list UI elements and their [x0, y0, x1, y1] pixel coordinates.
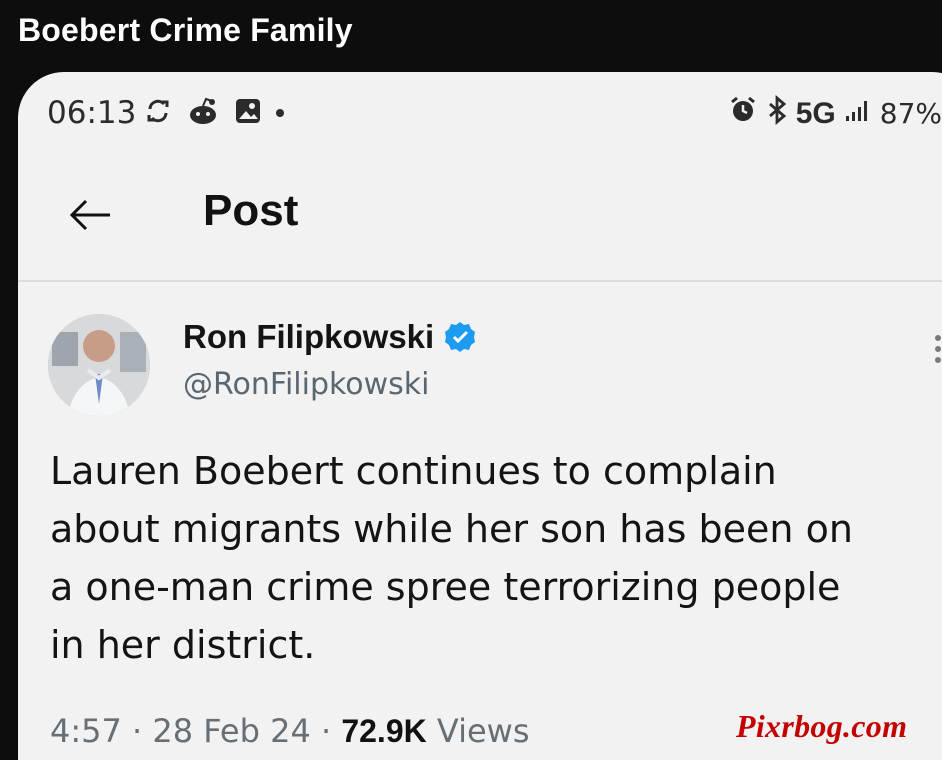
signal-icon — [844, 97, 872, 130]
meta-separator: · — [132, 712, 143, 750]
network-type: 5G — [795, 96, 836, 130]
page-title: Post — [203, 186, 299, 235]
post-card: Ron Filipkowski @RonFilipkowski Lauren B… — [18, 284, 942, 760]
status-right-icons: 5G 87% — [728, 94, 942, 132]
post-meta: 4:57 · 28 Feb 24 · 72.9K Views — [50, 712, 530, 750]
views-label: Views — [436, 712, 530, 750]
post-date: 28 Feb 24 — [152, 712, 311, 750]
meta-separator: · — [320, 712, 332, 750]
gallery-icon — [234, 97, 262, 129]
phone-screen: 06:13 5G 87% Post Ron Filipkowski @RonFi… — [18, 72, 942, 760]
post-text: Lauren Boebert continues to complain abo… — [50, 449, 853, 667]
post-time: 4:57 — [50, 712, 122, 750]
verified-badge-icon — [444, 321, 476, 353]
screenshot-page: Boebert Crime Family 06:13 5G 87% Post R… — [0, 0, 942, 760]
watermark: Pixrbog.com — [736, 708, 908, 744]
alarm-icon — [728, 95, 758, 132]
status-bar: 06:13 5G 87% — [18, 72, 942, 148]
battery-percent: 87% — [879, 97, 942, 130]
status-left-icons — [144, 96, 284, 130]
notification-dot-icon — [276, 109, 284, 117]
reddit-icon — [186, 96, 220, 130]
avatar[interactable] — [48, 314, 150, 416]
screen-title: Boebert Crime Family — [18, 12, 353, 48]
views-count: 72.9K — [341, 713, 427, 749]
back-arrow-icon[interactable] — [66, 196, 112, 234]
author-name-text: Ron Filipkowski — [183, 318, 435, 355]
status-time: 06:13 — [47, 95, 137, 131]
author-handle[interactable]: @RonFilipkowski — [183, 367, 430, 402]
app-bar: Post — [18, 172, 942, 282]
bluetooth-icon — [766, 94, 788, 132]
author-name[interactable]: Ron Filipkowski — [183, 318, 476, 356]
sync-icon — [144, 97, 172, 129]
more-options-icon[interactable] — [934, 334, 942, 364]
